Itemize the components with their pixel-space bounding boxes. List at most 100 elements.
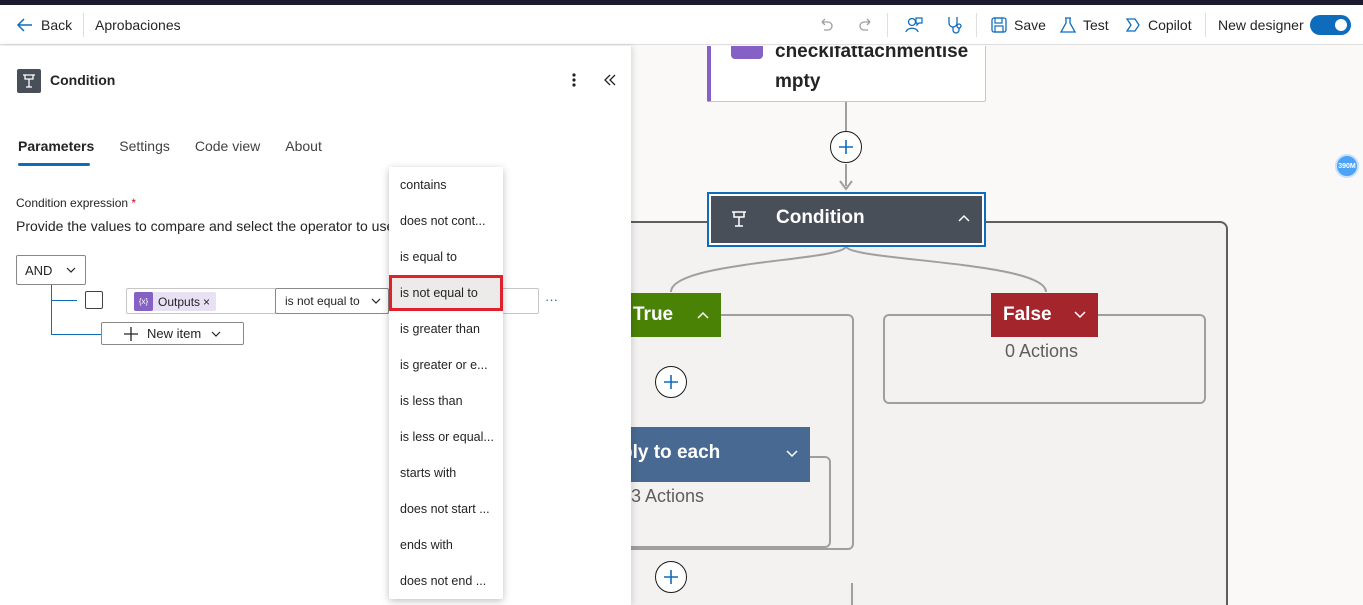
operator-value: is not equal to [285,294,360,308]
false-branch-header[interactable]: False [991,293,1098,337]
test-label: Test [1083,17,1109,33]
option-ends-with[interactable]: ends with [389,527,503,563]
tab-parameters[interactable]: Parameters [18,138,94,166]
copilot-icon [1122,15,1142,35]
apply-each-actions: 3 Actions [631,486,705,506]
divider [1205,13,1206,37]
plus-icon [664,570,678,584]
divider [887,13,888,37]
tree-line [51,334,101,335]
operator-select[interactable]: is not equal to [275,288,389,314]
branch-line [851,583,853,605]
save-label: Save [1014,17,1046,33]
left-value-field[interactable]: {x} Outputs × [126,288,276,314]
redo-button[interactable] [857,5,875,45]
new-item-button[interactable]: New item [101,322,244,345]
condition-description: Provide the values to compare and select… [16,218,390,234]
outputs-token[interactable]: {x} Outputs × [134,292,216,311]
row-more-button[interactable]: ··· [545,292,558,307]
flow-checker-button[interactable] [904,5,924,45]
panel-tabs: Parameters Settings Code view About [18,138,347,166]
group-operator-value: AND [25,262,53,278]
add-step-button[interactable] [830,131,862,163]
condition-expression-label: Condition expression * [16,196,137,210]
option-is-equal-to[interactable]: is equal to [389,239,503,275]
save-button[interactable]: Save [990,5,1046,45]
double-chevron-left-icon [604,74,616,86]
person-feedback-icon [904,15,924,35]
chevron-down-icon[interactable] [1072,307,1088,323]
back-label: Back [41,17,73,33]
test-button[interactable]: Test [1059,5,1109,45]
stethoscope-icon [945,15,965,35]
tab-about[interactable]: About [285,138,322,166]
option-contains[interactable]: contains [389,167,503,203]
chevron-up-icon[interactable] [956,210,972,226]
false-actions: 0 Actions [1005,341,1079,361]
option-is-greater-or-equal[interactable]: is greater or e... [389,347,503,383]
expression-icon: {x} [134,292,153,311]
option-is-not-equal-to[interactable]: is not equal to [389,275,503,311]
arrow-left-icon [16,16,34,34]
plus-icon [664,375,678,389]
option-is-greater-than[interactable]: is greater than [389,311,503,347]
false-label: False [1003,304,1052,325]
properties-panel: Condition Parameters Settings Code view … [0,46,631,605]
true-branch-header[interactable]: True [631,293,721,337]
redo-icon [857,16,875,34]
apply-each-title: ply to each [631,442,721,463]
back-button[interactable]: Back [16,5,72,45]
option-does-not-contain[interactable]: does not cont... [389,203,503,239]
new-designer-toggle[interactable] [1310,5,1351,45]
condition-icon [729,209,749,229]
row-checkbox[interactable] [85,291,103,309]
true-label: True [633,304,674,325]
plus-icon [124,326,138,341]
plus-icon [839,140,853,154]
copilot-button[interactable]: Copilot [1122,5,1192,45]
flow-name: Aprobaciones [95,17,181,33]
undo-icon [817,16,835,34]
chevron-down-icon [211,331,221,337]
option-starts-with[interactable]: starts with [389,455,503,491]
health-check-button[interactable] [945,5,965,45]
token-remove-button[interactable]: × [203,295,210,309]
condition-card[interactable]: Condition [707,192,986,247]
tree-line [51,285,52,334]
option-is-less-or-equal[interactable]: is less or equal... [389,419,503,455]
right-value-field[interactable] [503,288,539,314]
divider [83,13,84,37]
chevron-down-icon[interactable] [784,446,800,462]
add-step-button[interactable] [655,366,687,398]
save-icon [990,16,1008,34]
option-is-less-than[interactable]: is less than [389,383,503,419]
new-designer-label: New designer [1218,17,1304,33]
apply-each-card[interactable]: ply to each [631,427,810,482]
token-label: Outputs [158,294,201,309]
operator-dropdown: contains does not cont... is equal to is… [389,167,503,599]
undo-button[interactable] [817,5,835,45]
copilot-label: Copilot [1148,17,1192,33]
option-does-not-end-with[interactable]: does not end ... [389,563,503,599]
beaker-icon [1059,16,1077,34]
new-item-label: New item [147,326,202,341]
tree-line [51,300,77,301]
divider [976,13,977,37]
more-vertical-icon [572,73,576,87]
collapse-panel-button[interactable] [602,72,618,93]
flow-canvas[interactable]: checkifattachmentise mpty Condition True… [631,46,1363,605]
panel-title: Condition [50,72,116,88]
chevron-down-icon [371,298,381,304]
add-step-button[interactable] [655,561,687,593]
chevron-down-icon [66,267,76,273]
tab-settings[interactable]: Settings [119,138,170,166]
group-operator-select[interactable]: AND [16,255,86,285]
memory-badge: 390M [1335,154,1359,178]
top-bar: Back Aprobaciones Save Test Copilot New … [0,5,1363,45]
more-options-button[interactable] [567,70,581,95]
option-does-not-start-with[interactable]: does not start ... [389,491,503,527]
condition-title: Condition [776,207,865,228]
chevron-up-icon[interactable] [695,307,711,323]
condition-icon [17,69,41,93]
tab-code-view[interactable]: Code view [195,138,260,166]
